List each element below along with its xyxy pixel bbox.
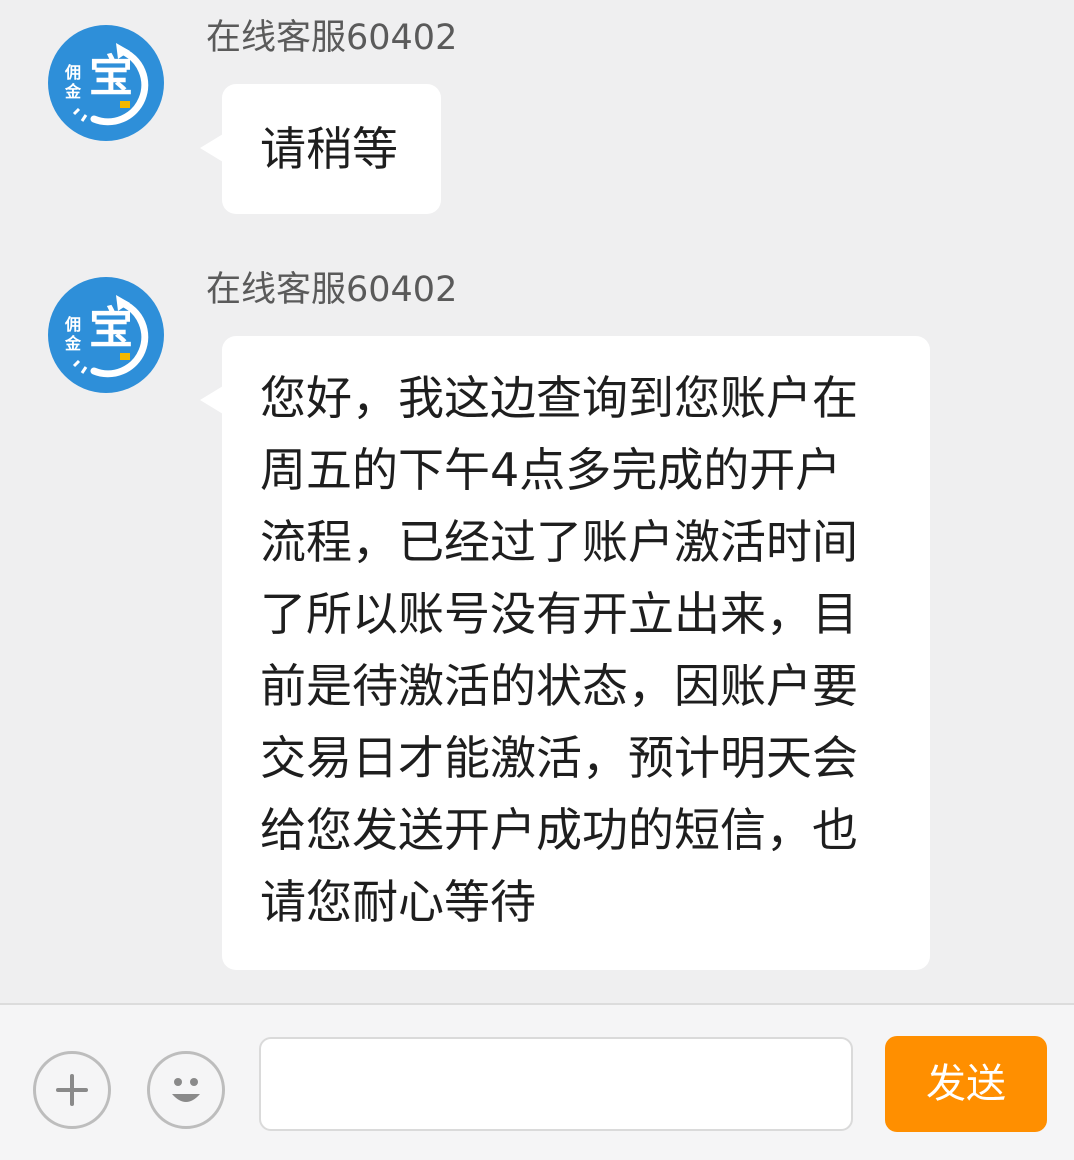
message-text: 请稍等 <box>260 122 398 176</box>
smiley-face-icon <box>172 1078 200 1102</box>
add-attachment-button[interactable] <box>33 1051 111 1129</box>
message-item: 佣 金 宝 在线客服60402 您好，我这边查询到您账户在 周五的下午4点多完成… <box>0 250 1074 990</box>
emoji-button[interactable] <box>147 1051 225 1129</box>
sender-name: 在线客服60402 <box>206 270 458 310</box>
sender-name: 在线客服60402 <box>206 18 458 58</box>
message-item: 佣 金 宝 在线客服60402 请稍等 <box>0 0 1074 230</box>
chat-input-bar: 发送 <box>0 1003 1074 1160</box>
message-text: 您好，我这边查询到您账户在 周五的下午4点多完成的开户 流程，已经过了账户激活时… <box>260 371 858 929</box>
message-bubble[interactable]: 您好，我这边查询到您账户在 周五的下午4点多完成的开户 流程，已经过了账户激活时… <box>200 336 930 970</box>
avatar-logo-main-text: 宝 <box>89 51 133 102</box>
message-bubble[interactable]: 请稍等 <box>200 84 441 214</box>
send-button[interactable]: 发送 <box>885 1036 1047 1132</box>
agent-avatar[interactable]: 佣 金 宝 <box>48 277 164 393</box>
plus-icon <box>56 1074 88 1106</box>
avatar-logo-main-text: 宝 <box>89 303 133 354</box>
avatar-logo-small-text: 佣 金 <box>64 63 81 101</box>
chat-message-list[interactable]: 佣 金 宝 在线客服60402 请稍等 佣 金 宝 在线客服60402 您好，我… <box>0 0 1074 1003</box>
message-input[interactable] <box>259 1037 853 1131</box>
agent-avatar[interactable]: 佣 金 宝 <box>48 25 164 141</box>
avatar-logo-small-text: 佣 金 <box>64 315 81 353</box>
